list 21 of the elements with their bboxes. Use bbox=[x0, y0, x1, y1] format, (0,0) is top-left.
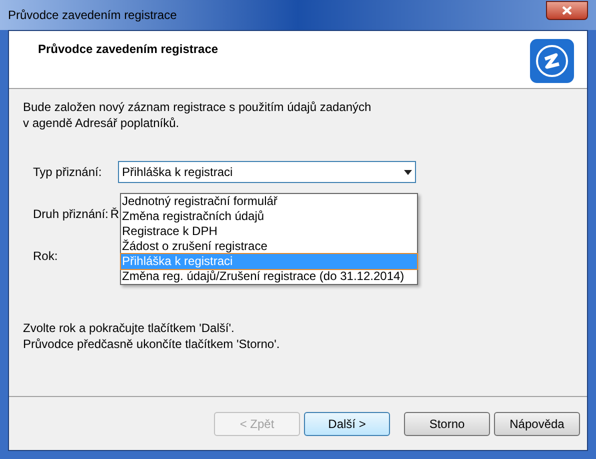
dropdown-item[interactable]: Změna reg. údajů/Zrušení registrace (do 31.12.2014) bbox=[121, 269, 417, 284]
hint-text: Zvolte rok a pokračujte tlačítkem 'Další'. Průvodce předčasně ukončíte tlačítkem 'Storno'. bbox=[23, 320, 281, 352]
window-title: Průvodce zavedením registrace bbox=[8, 7, 177, 24]
close-button[interactable] bbox=[546, 0, 588, 20]
intro-text: Bude založen nový záznam registrace s použitím údajů zadaných v agendě Adresář poplatníků. bbox=[23, 99, 372, 131]
dropdown-item[interactable]: Změna registračních údajů bbox=[121, 209, 417, 224]
wizard-button[interactable]: Nápověda bbox=[494, 412, 580, 436]
field-label: Typ přiznání: bbox=[33, 164, 103, 181]
dropdown-arrow-icon bbox=[404, 170, 412, 174]
field-value: Ř bbox=[110, 206, 120, 223]
field-label: Rok: bbox=[33, 248, 59, 265]
dropdown-item[interactable]: Žádost o zrušení registrace bbox=[121, 239, 417, 254]
wizard-button[interactable]: Storno bbox=[404, 412, 490, 436]
close-icon bbox=[562, 6, 572, 14]
wizard-logo-icon bbox=[529, 38, 575, 84]
type-combobox[interactable]: Přihláška k registraci bbox=[118, 161, 416, 183]
header-title: Průvodce zavedením registrace bbox=[38, 41, 218, 58]
wizard-button[interactable]: Další > bbox=[304, 412, 390, 436]
field-label: Druh přiznání: bbox=[33, 206, 108, 223]
dropdown-item[interactable]: Jednotný registrační formulář bbox=[121, 194, 417, 209]
dropdown-item[interactable]: Registrace k DPH bbox=[121, 224, 417, 239]
